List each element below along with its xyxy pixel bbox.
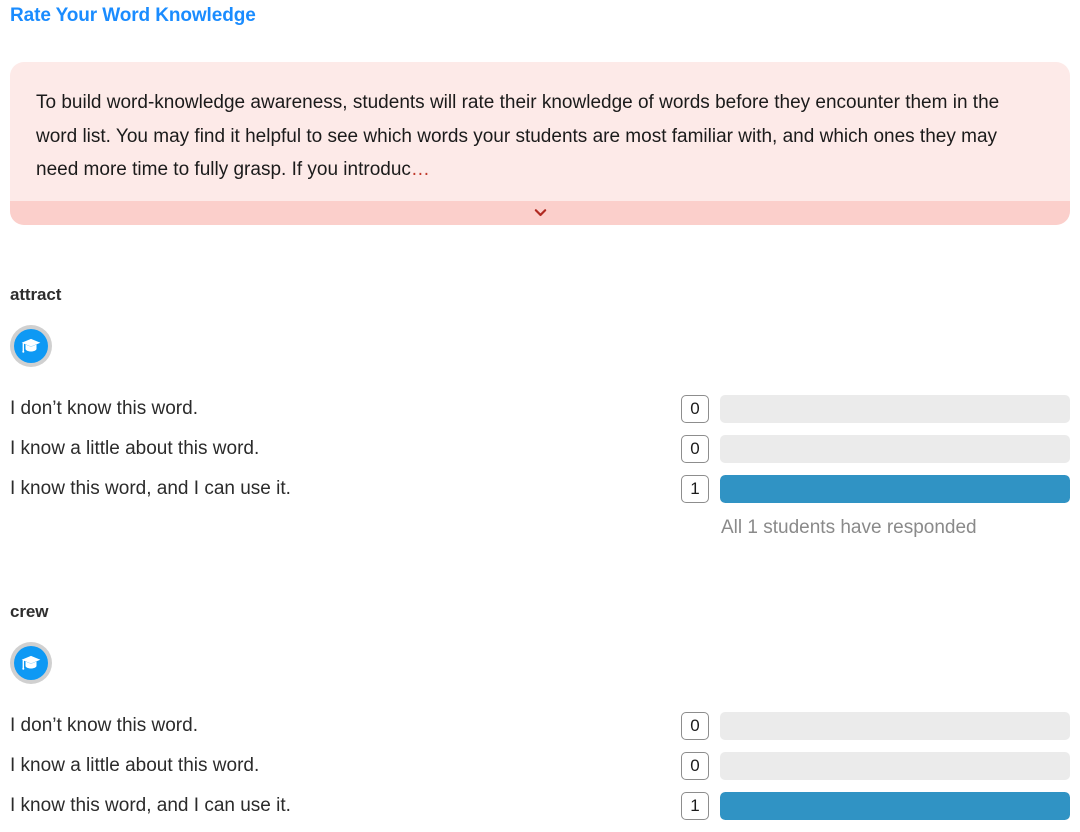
word-status-badge <box>10 642 52 684</box>
choice-row: I know a little about this word. 0 <box>0 752 1080 792</box>
choice-count: 0 <box>681 752 709 780</box>
choice-bar-fill <box>720 792 1070 820</box>
responded-note: All 1 students have responded <box>721 517 977 538</box>
chevron-down-icon <box>533 205 548 220</box>
choice-count: 1 <box>681 792 709 820</box>
choice-row: I know this word, and I can use it. 1 <box>0 475 1080 515</box>
graduation-cap-icon <box>14 329 48 363</box>
choice-row: I don’t know this word. 0 <box>0 395 1080 435</box>
choice-label: I know a little about this word. <box>10 438 260 459</box>
choice-count: 0 <box>681 712 709 740</box>
choice-bar-track <box>720 395 1070 423</box>
info-banner: To build word-knowledge awareness, stude… <box>10 62 1070 225</box>
word-status-badge <box>10 325 52 367</box>
choice-label: I know this word, and I can use it. <box>10 795 291 816</box>
choice-label: I don’t know this word. <box>10 398 198 419</box>
info-banner-text-value: To build word-knowledge awareness, stude… <box>36 92 1000 180</box>
choice-row: I know a little about this word. 0 <box>0 435 1080 475</box>
choice-bar-track <box>720 792 1070 820</box>
choice-bar-track <box>720 712 1070 740</box>
info-banner-ellipsis: … <box>410 159 430 180</box>
info-banner-body: To build word-knowledge awareness, stude… <box>10 62 1070 201</box>
choice-label: I know this word, and I can use it. <box>10 478 291 499</box>
choice-row: I don’t know this word. 0 <box>0 712 1080 752</box>
word-heading: attract <box>10 285 62 304</box>
info-banner-text: To build word-knowledge awareness, stude… <box>36 86 1044 187</box>
info-banner-expand-button[interactable] <box>10 200 1070 225</box>
choice-bar-fill <box>720 475 1070 503</box>
choice-bar-track <box>720 752 1070 780</box>
choice-bar-track <box>720 475 1070 503</box>
choice-row: I know this word, and I can use it. 1 <box>0 792 1080 832</box>
choice-count: 1 <box>681 475 709 503</box>
choice-label: I know a little about this word. <box>10 755 260 776</box>
word-heading: crew <box>10 602 49 621</box>
page-title: Rate Your Word Knowledge <box>10 5 256 26</box>
choice-bar-track <box>720 435 1070 463</box>
choice-label: I don’t know this word. <box>10 715 198 736</box>
rate-word-knowledge-page: Rate Your Word Knowledge To build word-k… <box>0 0 1080 820</box>
graduation-cap-icon <box>14 646 48 680</box>
choice-count: 0 <box>681 395 709 423</box>
choice-count: 0 <box>681 435 709 463</box>
